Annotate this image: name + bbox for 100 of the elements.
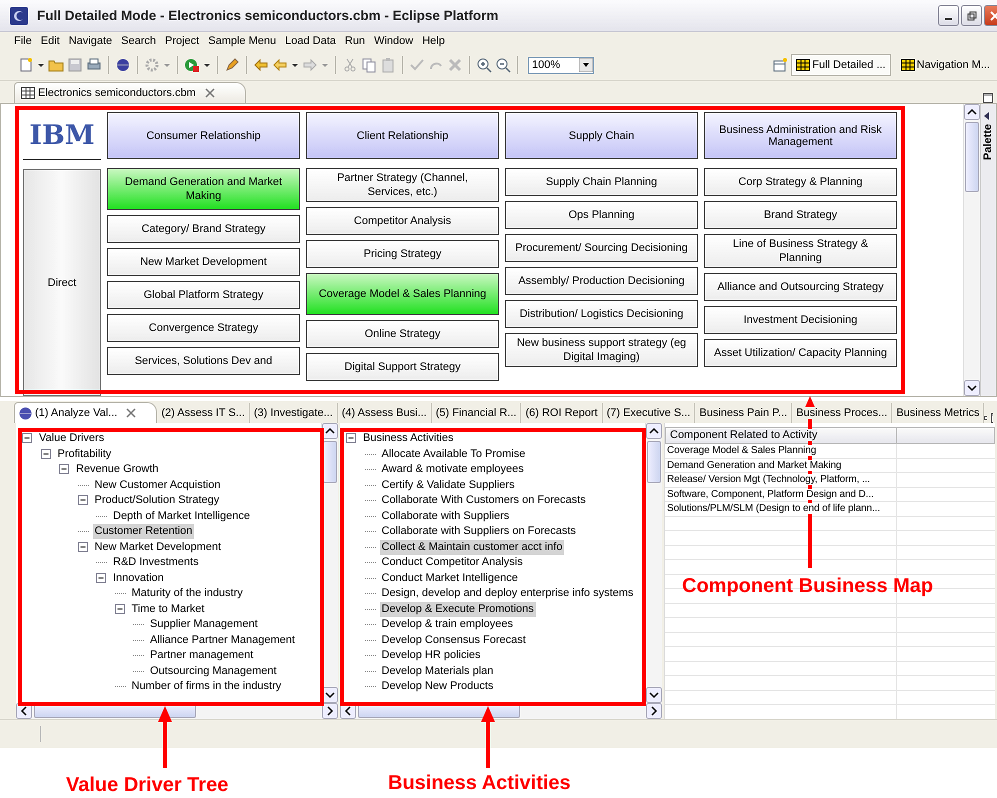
scroll-down-icon[interactable] <box>646 687 662 703</box>
map-component[interactable]: Alliance and Outsourcing Strategy <box>704 273 897 301</box>
tree-item[interactable]: Develop & train employees <box>380 617 515 632</box>
tree-item[interactable]: Develop Materials plan <box>380 664 496 679</box>
map-column-header[interactable]: Business Administration and Risk Management <box>704 112 897 159</box>
tree-item[interactable]: Design, develop and deploy enterprise info systems <box>380 586 636 602</box>
close-icon[interactable] <box>204 88 215 98</box>
tree-item[interactable]: Develop New Products <box>380 679 496 694</box>
map-component[interactable]: Line of Business Strategy & Planning <box>704 234 897 268</box>
view-tab[interactable]: (1) Analyze Val... <box>14 402 158 423</box>
tree-item[interactable]: Value Drivers <box>37 431 106 446</box>
vertical-scrollbar[interactable] <box>645 423 662 703</box>
tree-item[interactable]: Alliance Partner Management <box>148 632 297 648</box>
editor-tab[interactable]: Electronics semiconductors.cbm <box>14 82 246 103</box>
menu-item[interactable]: Run <box>344 35 366 47</box>
map-component[interactable]: Asset Utilization/ Capacity Planning <box>704 339 897 367</box>
tree-item[interactable]: Maturity of the industry <box>130 586 245 602</box>
map-component[interactable]: Brand Strategy <box>704 201 897 229</box>
menu-item[interactable]: File <box>14 35 32 47</box>
scroll-right-icon[interactable] <box>646 703 662 719</box>
tree-toggle-icon[interactable] <box>40 448 52 460</box>
tree-item[interactable]: Number of firms in the industry <box>130 679 284 694</box>
tree-item[interactable]: Depth of Market Intelligence <box>111 508 252 524</box>
scroll-up-icon[interactable] <box>646 423 662 439</box>
tree-item[interactable]: Outsourcing Management <box>148 664 279 679</box>
map-component[interactable]: Services, Solutions Dev and <box>107 347 300 375</box>
map-component[interactable]: Investment Decisioning <box>704 306 897 334</box>
scroll-thumb[interactable] <box>965 122 979 192</box>
menu-item[interactable]: Project <box>164 35 200 47</box>
scroll-thumb[interactable] <box>323 441 337 483</box>
triangle-icon[interactable] <box>983 112 991 120</box>
map-component[interactable]: Assembly/ Production Decisioning <box>505 267 698 295</box>
tree-item[interactable]: Develop Consensus Forecast <box>380 632 528 648</box>
copy-icon[interactable] <box>361 57 377 73</box>
run-icon[interactable] <box>184 57 200 73</box>
map-component[interactable]: Coverage Model & Sales Planning <box>306 273 499 315</box>
palette-tab[interactable]: Palette <box>980 104 996 396</box>
map-component[interactable]: Corp Strategy & Planning <box>704 168 897 196</box>
maximize-icon[interactable] <box>983 93 993 103</box>
map-component[interactable]: Convergence Strategy <box>107 314 300 342</box>
tree-toggle-icon[interactable] <box>78 542 88 553</box>
globe-icon[interactable] <box>115 57 131 73</box>
scroll-thumb[interactable] <box>647 441 661 483</box>
minimize-button[interactable] <box>938 5 959 26</box>
map-component[interactable]: New business support strategy (eg Digital Imaging) <box>505 333 698 367</box>
pen-icon[interactable] <box>224 57 240 73</box>
close-icon[interactable] <box>126 408 136 418</box>
tree-item[interactable]: Conduct Competitor Analysis <box>380 555 525 570</box>
tree-toggle-icon[interactable] <box>346 433 357 444</box>
minimize-icon[interactable] <box>984 413 987 423</box>
check-icon[interactable] <box>409 57 425 73</box>
restore-button[interactable] <box>961 5 982 26</box>
new-file-icon[interactable] <box>18 57 34 73</box>
tree-item[interactable]: New Market Development <box>92 540 224 555</box>
scroll-right-icon[interactable] <box>322 703 338 719</box>
map-component[interactable]: Ops Planning <box>505 201 698 229</box>
map-component[interactable]: Global Platform Strategy <box>107 281 300 309</box>
tree-item[interactable]: Innovation <box>111 570 166 586</box>
menu-item[interactable]: Navigate <box>68 35 112 47</box>
menu-item[interactable]: Help <box>422 35 445 47</box>
menu-item[interactable]: Search <box>121 35 156 47</box>
tree-item[interactable]: Certify & Validate Suppliers <box>380 478 517 493</box>
map-column-header[interactable]: Supply Chain <box>505 112 698 159</box>
column-header[interactable]: Component Related to Activity <box>665 427 897 444</box>
zoom-combo[interactable]: 100% <box>528 56 594 74</box>
scroll-down-icon[interactable] <box>964 380 980 396</box>
map-component[interactable]: Digital Support Strategy <box>306 353 499 381</box>
tree-item[interactable]: Collaborate with Suppliers <box>380 508 512 524</box>
menu-item[interactable]: Load Data <box>285 35 336 47</box>
map-component[interactable]: Partner Strategy (Channel, Services, etc.) <box>306 168 499 202</box>
map-component[interactable]: Online Strategy <box>306 320 499 348</box>
tree-item[interactable]: Collect & Maintain customer acct info <box>380 540 564 555</box>
scroll-up-icon[interactable] <box>964 104 980 120</box>
tree-item[interactable]: Allocate Available To Promise <box>380 446 528 462</box>
tree-toggle-icon[interactable] <box>59 464 70 476</box>
caret-icon[interactable] <box>579 58 593 72</box>
tree-item[interactable]: Develop & Execute Promotions <box>380 602 536 617</box>
tree-toggle-icon[interactable] <box>22 433 33 444</box>
map-component[interactable]: Procurement/ Sourcing Decisioning <box>505 234 698 262</box>
map-column-header[interactable]: Client Relationship <box>306 112 499 159</box>
tree-item[interactable]: Product/Solution Strategy <box>92 493 222 508</box>
tree-item[interactable]: Customer Retention <box>92 524 194 540</box>
tree-item[interactable]: New Customer Acquistion <box>92 478 222 493</box>
tree-item[interactable]: Award & motivate employees <box>380 462 526 478</box>
tree-item[interactable]: Time to Market <box>130 602 206 617</box>
map-component[interactable]: New Market Development <box>107 248 300 276</box>
tree-item[interactable]: Profitability <box>56 446 114 462</box>
tree-toggle-icon[interactable] <box>96 572 107 584</box>
tree-item[interactable]: Business Activities <box>361 431 456 446</box>
tree-item[interactable]: Revenue Growth <box>74 462 161 478</box>
tree-item[interactable]: Supplier Management <box>148 617 260 632</box>
zoom-in-icon[interactable] <box>476 57 492 73</box>
map-component[interactable]: Demand Generation and Market Making <box>107 168 300 210</box>
map-component[interactable]: Distribution/ Logistics Decisioning <box>505 300 698 328</box>
menu-item[interactable]: Edit <box>40 35 60 47</box>
tree-item[interactable]: Develop HR policies <box>380 648 483 664</box>
open-perspective-icon[interactable] <box>772 57 788 73</box>
perspective-button[interactable]: Full Detailed ... <box>791 54 891 76</box>
tree-item[interactable]: Partner management <box>148 648 256 664</box>
perspective-button[interactable]: Navigation M... <box>896 54 995 76</box>
